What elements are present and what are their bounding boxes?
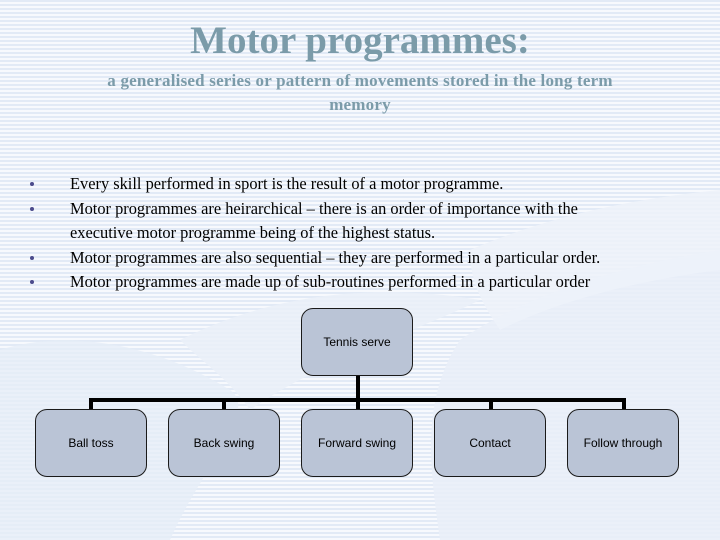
- node-forward-swing: Forward swing: [301, 409, 413, 477]
- node-label: Back swing: [193, 436, 255, 450]
- connector-child-vertical: [89, 398, 93, 409]
- node-label: Contact: [469, 436, 511, 450]
- connector-child-vertical: [222, 398, 226, 409]
- node-contact: Contact: [434, 409, 546, 477]
- node-tennis-serve: Tennis serve: [301, 308, 413, 376]
- node-label: Ball toss: [68, 436, 114, 450]
- connector-child-vertical: [622, 398, 626, 409]
- connector-child-vertical: [489, 398, 493, 409]
- connector-child-vertical: [356, 398, 360, 409]
- node-label: Forward swing: [317, 436, 397, 450]
- node-label: Tennis serve: [323, 335, 391, 349]
- node-ball-toss: Ball toss: [35, 409, 147, 477]
- node-label: Follow through: [583, 436, 663, 450]
- hierarchy-diagram: Tennis serve Ball toss Back swing Forwar…: [0, 0, 720, 540]
- node-follow-through: Follow through: [567, 409, 679, 477]
- node-back-swing: Back swing: [168, 409, 280, 477]
